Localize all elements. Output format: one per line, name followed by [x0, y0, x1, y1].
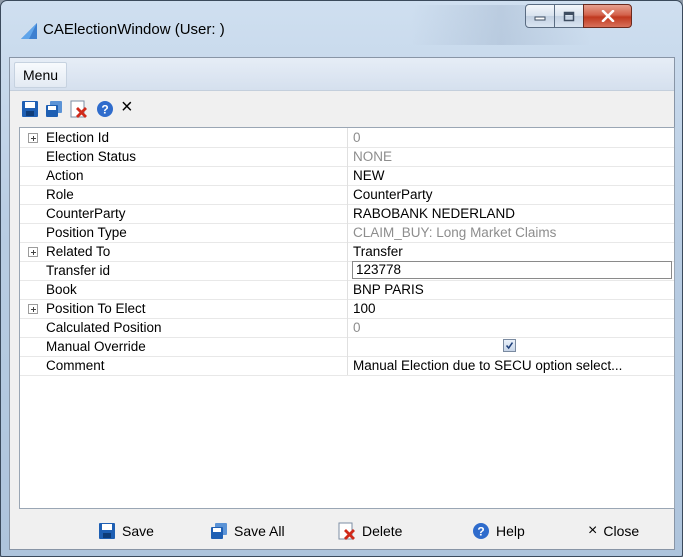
property-value-input[interactable]: 123778 — [352, 261, 672, 279]
close-icon: × — [588, 522, 598, 539]
save-all-icon — [211, 523, 227, 539]
svg-text:?: ? — [101, 103, 108, 117]
maximize-button[interactable] — [554, 4, 584, 28]
minimize-icon — [534, 16, 546, 21]
button-bar: Save Save All Delete ? Help × Close — [10, 514, 674, 549]
property-value[interactable]: BNP PARIS — [349, 280, 674, 299]
save-all-button[interactable]: Save All — [210, 520, 285, 542]
property-value[interactable]: Transfer — [349, 242, 674, 261]
svg-text:?: ? — [477, 525, 484, 539]
help-button[interactable]: ? Help — [472, 520, 525, 542]
property-grid: Election Id 0 Election Status NONE Action NEW… — [19, 127, 675, 509]
property-row[interactable]: Position Type CLAIM_BUY: Long Market Clai… — [20, 223, 674, 243]
menu-item-menu[interactable]: Menu — [14, 62, 68, 88]
save-button[interactable]: Save — [98, 520, 154, 542]
delete-icon — [338, 522, 355, 540]
property-name: Role — [20, 185, 348, 204]
property-name: Manual Override — [20, 337, 348, 356]
property-value[interactable]: Manual Election due to SECU option selec… — [349, 356, 674, 375]
close-icon[interactable]: × — [121, 96, 139, 118]
property-name: Position To Elect — [20, 299, 348, 318]
delete-button-label: Delete — [362, 523, 403, 539]
property-row[interactable]: Election Status NONE — [20, 147, 674, 167]
property-value[interactable]: 0 — [349, 128, 674, 147]
property-value[interactable]: RABOBANK NEDERLAND — [349, 204, 674, 223]
save-all-button-label: Save All — [234, 523, 285, 539]
application-window: CAElectionWindow (User: ) Menu ? × Elect… — [0, 0, 683, 557]
save-icon[interactable] — [21, 100, 39, 118]
property-value[interactable]: CLAIM_BUY: Long Market Claims — [349, 223, 674, 242]
property-name: Book — [20, 280, 348, 299]
property-name: Related To — [20, 242, 348, 261]
property-value[interactable]: CounterParty — [349, 185, 674, 204]
property-row[interactable]: Calculated Position 0 — [20, 318, 674, 338]
maximize-icon — [563, 11, 575, 21]
property-name: Action — [20, 166, 348, 185]
toolbar: ? × — [10, 91, 674, 125]
property-row[interactable]: Action NEW — [20, 166, 674, 186]
window-content: Menu ? × Election Id 0 Election Status N… — [9, 57, 675, 550]
property-row[interactable]: Role CounterParty — [20, 185, 674, 205]
property-name: Transfer id — [20, 261, 348, 280]
window-title: CAElectionWindow (User: ) — [43, 21, 225, 38]
property-name: Calculated Position — [20, 318, 348, 337]
property-row[interactable]: CounterParty RABOBANK NEDERLAND — [20, 204, 674, 224]
property-value[interactable]: 100 — [349, 299, 674, 318]
property-row[interactable]: Related To Transfer — [20, 242, 674, 262]
save-button-label: Save — [122, 523, 154, 539]
window-close-button[interactable] — [583, 4, 632, 28]
property-value[interactable]: NEW — [349, 166, 674, 185]
save-icon — [99, 523, 115, 539]
menu-bar: Menu — [10, 58, 674, 91]
manual-override-checkbox[interactable] — [503, 339, 516, 352]
property-name: Comment — [20, 356, 348, 375]
property-value[interactable]: NONE — [349, 147, 674, 166]
property-name: Position Type — [20, 223, 348, 242]
app-icon — [21, 23, 37, 39]
property-row[interactable]: Position To Elect 100 — [20, 299, 674, 319]
property-row[interactable]: Transfer id 123778 — [20, 261, 674, 281]
close-button-label: Close — [603, 523, 640, 539]
property-value[interactable]: 0 — [349, 318, 674, 337]
checkmark-icon — [505, 342, 514, 350]
property-name: Election Status — [20, 147, 348, 166]
minimize-button[interactable] — [525, 4, 555, 28]
property-row[interactable]: Comment Manual Election due to SECU optio… — [20, 356, 674, 376]
close-button[interactable]: × Close — [588, 520, 639, 542]
save-all-icon[interactable] — [45, 100, 63, 118]
title-bar[interactable]: CAElectionWindow (User: ) — [1, 1, 682, 57]
help-button-label: Help — [496, 523, 525, 539]
delete-button[interactable]: Delete — [338, 520, 402, 542]
property-row[interactable]: Book BNP PARIS — [20, 280, 674, 300]
help-icon: ? — [473, 523, 489, 539]
property-name: Election Id — [20, 128, 348, 147]
property-row[interactable]: Election Id 0 — [20, 128, 674, 148]
property-row[interactable]: Manual Override — [20, 337, 674, 357]
delete-icon[interactable] — [70, 100, 88, 118]
close-icon — [601, 10, 614, 22]
help-icon[interactable]: ? — [96, 100, 114, 118]
property-name: CounterParty — [20, 204, 348, 223]
